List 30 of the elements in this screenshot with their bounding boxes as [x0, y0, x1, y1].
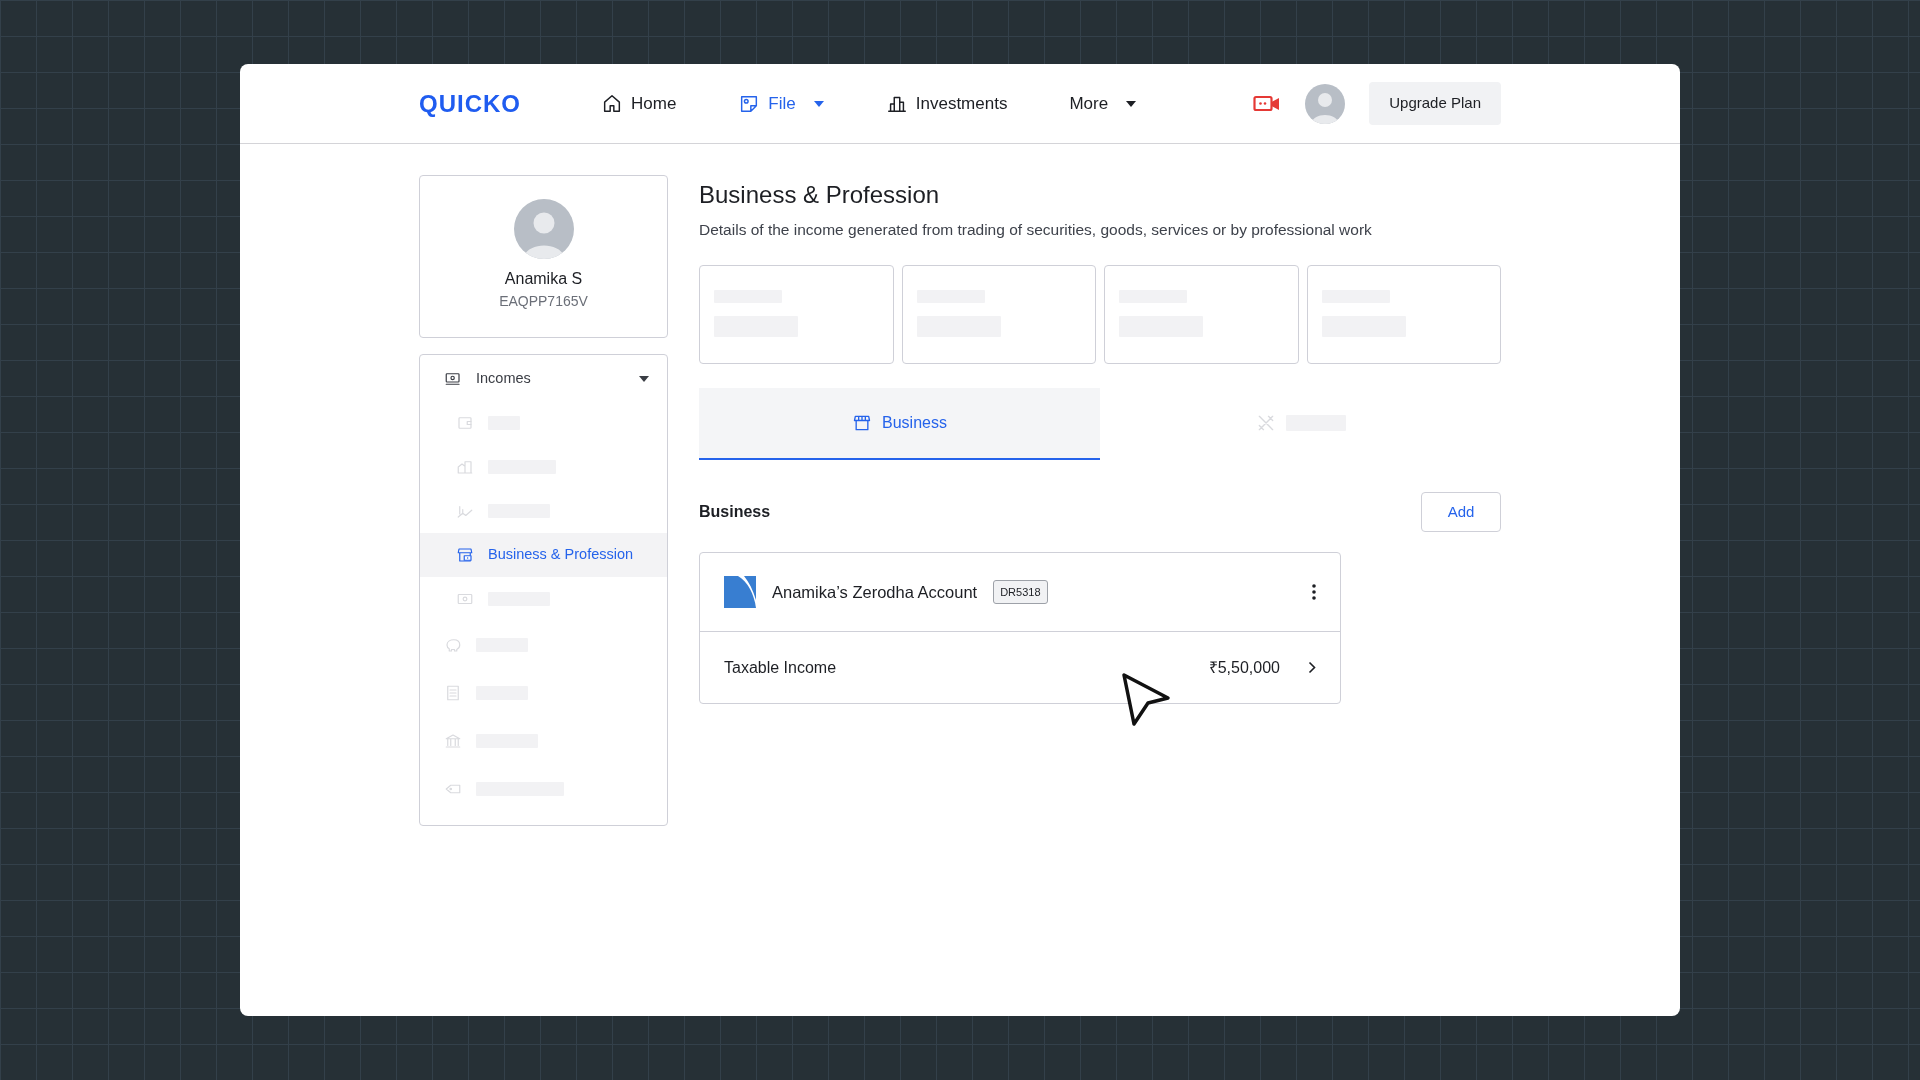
row-label: Taxable Income: [724, 657, 838, 678]
cash-icon: [444, 370, 462, 388]
sidebar-link[interactable]: Business & Profession: [488, 544, 634, 566]
buildings-icon: [456, 458, 474, 476]
account-name: Anamika’s Zerodha Account: [772, 581, 978, 603]
bank-icon: [444, 732, 462, 750]
page-description: Details of the income generated from trading of securities, goods, services or by professional work: [699, 219, 1373, 240]
nav-link[interactable]: Investments: [885, 90, 1008, 117]
upgrade-plan-button[interactable]: Upgrade Plan: [1369, 82, 1501, 125]
tab[interactable]: Business: [699, 388, 1100, 461]
nav-link[interactable]: File: [738, 90, 824, 117]
wallet-icon: [456, 414, 474, 432]
document-icon: [444, 684, 462, 702]
add-button[interactable]: Add: [1421, 492, 1501, 533]
storefront-icon: [456, 546, 474, 564]
profile-name: Anamika S: [504, 269, 583, 289]
page-title: Business & Profession: [699, 181, 941, 210]
nav-link[interactable]: Home: [601, 90, 677, 117]
broker-logo: [724, 576, 756, 609]
section-title: Business: [699, 502, 771, 523]
profile-pan: EAQPP7165V: [499, 292, 588, 311]
account-code: DR5318: [993, 579, 1048, 605]
row-value: ₹5,50,000: [1208, 657, 1280, 678]
piggy-bank-icon: [444, 636, 462, 654]
more-options-icon[interactable]: [1312, 584, 1316, 601]
chevron-right-icon[interactable]: [1308, 661, 1316, 675]
house-icon: [601, 92, 623, 115]
quicko-logo[interactable]: QUICKO: [419, 85, 521, 122]
nav-link[interactable]: More: [1069, 90, 1137, 117]
sidebar-group-label[interactable]: Incomes: [476, 368, 625, 390]
